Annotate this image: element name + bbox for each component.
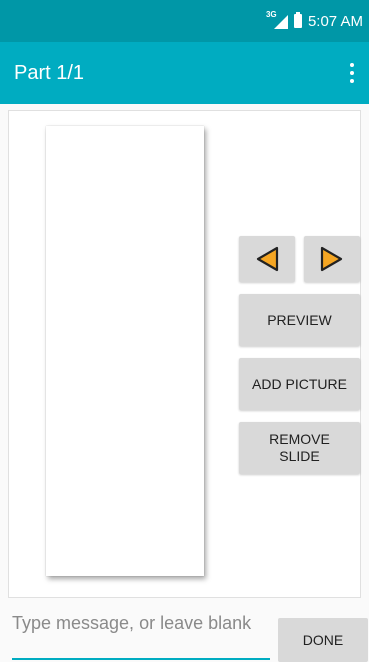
previous-arrow-icon	[256, 246, 279, 272]
slide-preview	[46, 126, 204, 576]
slide-editor-panel: PREVIEW ADD PICTURE REMOVE SLIDE	[8, 110, 361, 598]
done-button[interactable]: DONE	[278, 618, 368, 662]
overflow-menu-icon[interactable]	[347, 61, 357, 85]
status-bar: 3G 5:07 AM	[0, 0, 369, 42]
previous-slide-button[interactable]	[239, 236, 295, 282]
signal-icon: 3G	[266, 10, 288, 29]
next-slide-button[interactable]	[304, 236, 360, 282]
page-title: Part 1/1	[14, 62, 85, 84]
app-bar: Part 1/1	[0, 42, 369, 104]
battery-icon	[293, 12, 302, 28]
message-input[interactable]: Type message, or leave blank	[12, 612, 270, 660]
status-time: 5:07 AM	[307, 12, 363, 30]
next-arrow-icon	[320, 246, 343, 272]
preview-button[interactable]: PREVIEW	[239, 294, 360, 346]
remove-slide-button[interactable]: REMOVE SLIDE	[239, 422, 360, 474]
add-picture-button[interactable]: ADD PICTURE	[239, 358, 360, 410]
status-icons: 3G 5:07 AM	[266, 0, 363, 42]
